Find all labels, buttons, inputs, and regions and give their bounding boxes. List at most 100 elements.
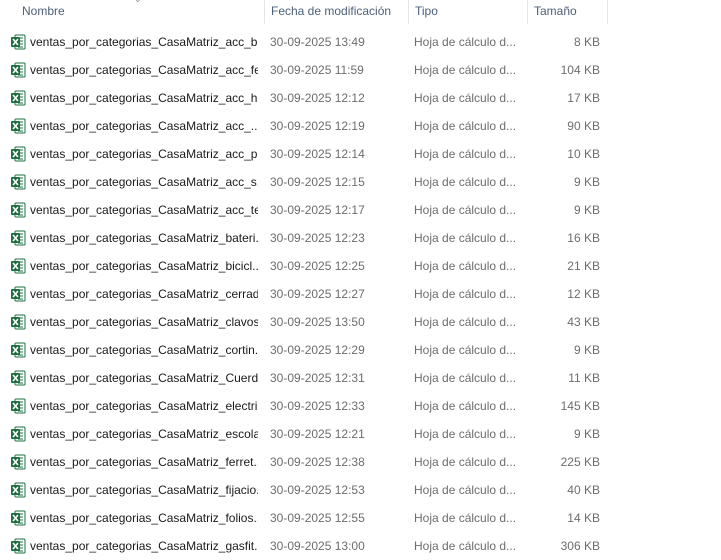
file-row[interactable]: ventas_por_categorias_CasaMatriz_acc_p..… <box>0 140 721 168</box>
file-size: 11 KB <box>568 371 600 385</box>
file-modified-date: 30-09-2025 12:14 <box>270 147 365 161</box>
file-row[interactable]: ventas_por_categorias_CasaMatriz_escola.… <box>0 420 721 448</box>
file-size: 12 KB <box>567 287 600 301</box>
file-row[interactable]: ventas_por_categorias_CasaMatriz_acc_fe.… <box>0 56 721 84</box>
file-size: 9 KB <box>573 427 600 441</box>
file-size: 8 KB <box>573 35 600 49</box>
file-type: Hoja de cálculo d... <box>414 371 517 385</box>
file-modified-date: 30-09-2025 12:55 <box>270 511 365 525</box>
file-modified-date: 30-09-2025 12:31 <box>270 371 365 385</box>
file-size: 43 KB <box>567 315 600 329</box>
file-name: ventas_por_categorias_CasaMatriz_fijacio… <box>30 483 258 497</box>
file-size: 9 KB <box>573 175 600 189</box>
file-size: 225 KB <box>560 455 600 469</box>
excel-file-icon <box>10 174 26 190</box>
excel-file-icon <box>10 90 26 106</box>
file-name: ventas_por_categorias_CasaMatriz_cerrad.… <box>30 287 258 301</box>
excel-file-icon <box>10 538 26 554</box>
column-header-date[interactable]: Fecha de modificación <box>264 0 408 24</box>
file-row[interactable]: ventas_por_categorias_CasaMatriz_electri… <box>0 392 721 420</box>
file-name: ventas_por_categorias_CasaMatriz_acc_h..… <box>30 91 258 105</box>
file-type: Hoja de cálculo d... <box>414 427 517 441</box>
excel-file-icon <box>10 510 26 526</box>
column-header-name[interactable]: Nombre <box>16 0 264 24</box>
excel-file-icon <box>10 398 26 414</box>
file-name: ventas_por_categorias_CasaMatriz_acc_... <box>30 119 258 133</box>
file-size: 14 KB <box>567 511 600 525</box>
file-modified-date: 30-09-2025 12:23 <box>270 231 365 245</box>
file-size: 17 KB <box>567 91 600 105</box>
file-modified-date: 30-09-2025 12:21 <box>270 427 365 441</box>
file-type: Hoja de cálculo d... <box>414 511 517 525</box>
file-type: Hoja de cálculo d... <box>414 455 517 469</box>
file-row[interactable]: ventas_por_categorias_CasaMatriz_acc_te.… <box>0 196 721 224</box>
excel-file-icon <box>10 230 26 246</box>
excel-file-icon <box>10 370 26 386</box>
file-row[interactable]: ventas_por_categorias_CasaMatriz_cortin.… <box>0 336 721 364</box>
file-name: ventas_por_categorias_CasaMatriz_electri… <box>30 399 258 413</box>
file-type: Hoja de cálculo d... <box>414 539 517 553</box>
file-type: Hoja de cálculo d... <box>414 91 517 105</box>
excel-file-icon <box>10 146 26 162</box>
column-header-type[interactable]: Tipo <box>408 0 527 24</box>
excel-file-icon <box>10 258 26 274</box>
excel-file-icon <box>10 342 26 358</box>
column-header-size[interactable]: Tamaño <box>527 0 608 24</box>
file-size: 21 KB <box>567 259 600 273</box>
file-row[interactable]: ventas_por_categorias_CasaMatriz_fijacio… <box>0 476 721 504</box>
file-name: ventas_por_categorias_CasaMatriz_cortin.… <box>30 343 258 357</box>
excel-file-icon <box>10 454 26 470</box>
file-row[interactable]: ventas_por_categorias_CasaMatriz_acc_s..… <box>0 168 721 196</box>
file-name: ventas_por_categorias_CasaMatriz_bicicl.… <box>30 259 258 273</box>
file-modified-date: 30-09-2025 12:12 <box>270 91 365 105</box>
file-modified-date: 30-09-2025 12:25 <box>270 259 365 273</box>
file-name: ventas_por_categorias_CasaMatriz_ferret.… <box>30 455 258 469</box>
file-modified-date: 30-09-2025 13:49 <box>270 35 365 49</box>
file-type: Hoja de cálculo d... <box>414 231 517 245</box>
file-type: Hoja de cálculo d... <box>414 287 517 301</box>
file-size: 145 KB <box>560 399 600 413</box>
file-row[interactable]: ventas_por_categorias_CasaMatriz_bicicl.… <box>0 252 721 280</box>
file-type: Hoja de cálculo d... <box>414 259 517 273</box>
file-row[interactable]: ventas_por_categorias_CasaMatriz_acc_bi.… <box>0 28 721 56</box>
file-modified-date: 30-09-2025 12:27 <box>270 287 365 301</box>
file-name: ventas_por_categorias_CasaMatriz_acc_s..… <box>30 175 258 189</box>
file-size: 9 KB <box>573 203 600 217</box>
file-row[interactable]: ventas_por_categorias_CasaMatriz_acc_h..… <box>0 84 721 112</box>
file-name: ventas_por_categorias_CasaMatriz_acc_fe.… <box>30 63 258 77</box>
file-row[interactable]: ventas_por_categorias_CasaMatriz_gasfit.… <box>0 532 721 560</box>
file-modified-date: 30-09-2025 12:33 <box>270 399 365 413</box>
file-modified-date: 30-09-2025 12:15 <box>270 175 365 189</box>
file-name: ventas_por_categorias_CasaMatriz_Cuerd..… <box>30 371 258 385</box>
file-modified-date: 30-09-2025 12:53 <box>270 483 365 497</box>
file-modified-date: 30-09-2025 12:17 <box>270 203 365 217</box>
file-modified-date: 30-09-2025 12:29 <box>270 343 365 357</box>
file-name: ventas_por_categorias_CasaMatriz_folios.… <box>30 511 258 525</box>
file-row[interactable]: ventas_por_categorias_CasaMatriz_ferret.… <box>0 448 721 476</box>
excel-file-icon <box>10 62 26 78</box>
file-row[interactable]: ventas_por_categorias_CasaMatriz_cerrad.… <box>0 280 721 308</box>
file-row[interactable]: ventas_por_categorias_CasaMatriz_Cuerd..… <box>0 364 721 392</box>
file-type: Hoja de cálculo d... <box>414 483 517 497</box>
file-type: Hoja de cálculo d... <box>414 343 517 357</box>
file-name: ventas_por_categorias_CasaMatriz_escola.… <box>30 427 258 441</box>
file-modified-date: 30-09-2025 13:00 <box>270 539 365 553</box>
file-size: 40 KB <box>567 483 600 497</box>
file-name: ventas_por_categorias_CasaMatriz_gasfit.… <box>30 539 258 553</box>
file-type: Hoja de cálculo d... <box>414 315 517 329</box>
file-type: Hoja de cálculo d... <box>414 147 517 161</box>
column-header-bar: ⌄ Nombre Fecha de modificación Tipo Tama… <box>0 0 721 24</box>
file-row[interactable]: ventas_por_categorias_CasaMatriz_clavos.… <box>0 308 721 336</box>
file-row[interactable]: ventas_por_categorias_CasaMatriz_bateri.… <box>0 224 721 252</box>
file-row[interactable]: ventas_por_categorias_CasaMatriz_acc_...… <box>0 112 721 140</box>
file-list: ventas_por_categorias_CasaMatriz_acc_bi.… <box>0 28 721 560</box>
file-row[interactable]: ventas_por_categorias_CasaMatriz_folios.… <box>0 504 721 532</box>
file-type: Hoja de cálculo d... <box>414 119 517 133</box>
file-size: 16 KB <box>567 231 600 245</box>
column-header-date-label: Fecha de modificación <box>271 4 392 18</box>
column-header-name-label: Nombre <box>22 4 65 18</box>
file-size: 10 KB <box>567 147 600 161</box>
file-modified-date: 30-09-2025 12:38 <box>270 455 365 469</box>
column-header-size-label: Tamaño <box>534 4 577 18</box>
file-size: 306 KB <box>560 539 600 553</box>
